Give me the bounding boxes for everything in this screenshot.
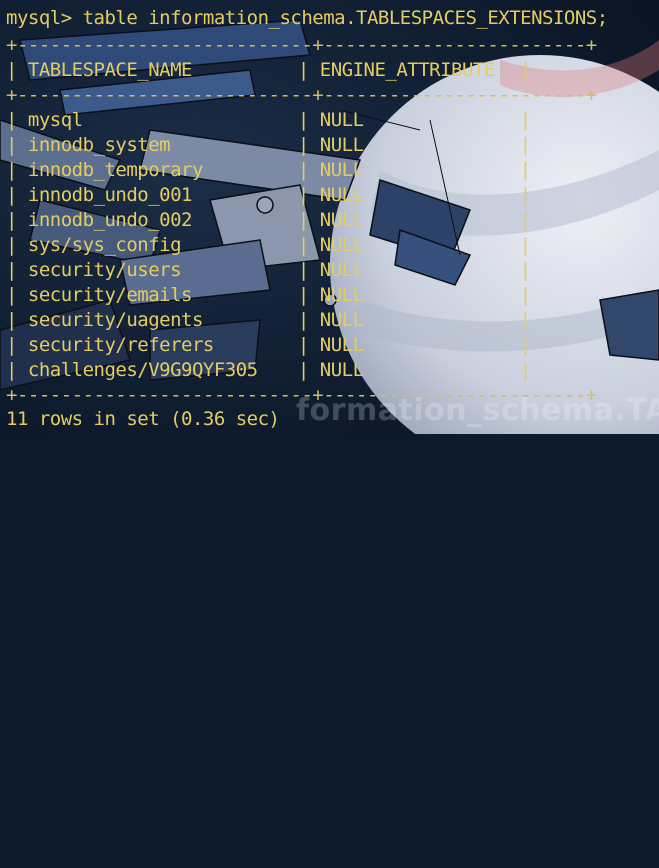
engine-attribute-cell: NULL bbox=[319, 184, 364, 206]
engine-attribute-cell: NULL bbox=[319, 159, 364, 181]
engine-attribute-cell: NULL bbox=[319, 284, 364, 306]
engine-attribute-cell: NULL bbox=[319, 109, 364, 131]
table-separator-middle: +---------------------------+-----------… bbox=[6, 84, 597, 106]
tablespace-name-cell: sys/sys_config bbox=[27, 234, 182, 256]
tablespace-name-cell: security/uagents bbox=[27, 309, 204, 331]
command-text: table information_schema.TABLESPACES_EXT… bbox=[82, 7, 609, 29]
column-header-tablespace-name: TABLESPACE_NAME bbox=[27, 59, 193, 81]
table-separator-bottom: +---------------------------+-----------… bbox=[6, 384, 597, 406]
table-separator-top: +---------------------------+-----------… bbox=[6, 34, 597, 56]
tablespace-name-cell: innodb_system bbox=[27, 134, 171, 156]
table-row: | innodb_undo_001 | NULL | bbox=[6, 184, 531, 206]
prompt-text: mysql> bbox=[6, 7, 83, 29]
table-row: | security/referers | NULL | bbox=[6, 334, 531, 356]
engine-attribute-cell: NULL bbox=[319, 134, 364, 156]
engine-attribute-cell: NULL bbox=[319, 234, 364, 256]
tablespace-name-cell: security/referers bbox=[27, 334, 214, 356]
tablespace-name-cell: mysql bbox=[27, 109, 83, 131]
query-status: 11 rows in set (0.36 sec) bbox=[6, 408, 280, 430]
engine-attribute-cell: NULL bbox=[319, 359, 364, 381]
engine-attribute-cell: NULL bbox=[319, 209, 364, 231]
table-row: | innodb_temporary | NULL | bbox=[6, 159, 531, 181]
tablespace-name-cell: innodb_undo_001 bbox=[27, 184, 193, 206]
table-row: | challenges/V9G9QYF305 | NULL | bbox=[6, 359, 531, 381]
engine-attribute-cell: NULL bbox=[319, 259, 364, 281]
engine-attribute-cell: NULL bbox=[319, 334, 364, 356]
table-row: | security/emails | NULL | bbox=[6, 284, 531, 306]
table-header-row: | TABLESPACE_NAME | ENGINE_ATTRIBUTE | bbox=[6, 59, 531, 81]
tablespace-name-cell: challenges/V9G9QYF305 bbox=[27, 359, 258, 381]
column-header-engine-attribute: ENGINE_ATTRIBUTE bbox=[319, 59, 496, 81]
engine-attribute-cell: NULL bbox=[319, 309, 364, 331]
table-row: | mysql | NULL | bbox=[6, 109, 531, 131]
command-line: mysql> table information_schema.TABLESPA… bbox=[6, 6, 608, 31]
tablespace-name-cell: security/emails bbox=[27, 284, 193, 306]
table-row: | innodb_undo_002 | NULL | bbox=[6, 209, 531, 231]
tablespace-name-cell: innodb_undo_002 bbox=[27, 209, 193, 231]
tablespace-name-cell: security/users bbox=[27, 259, 182, 281]
table-row: | innodb_system | NULL | bbox=[6, 134, 531, 156]
table-row: | sys/sys_config | NULL | bbox=[6, 234, 531, 256]
terminal-output[interactable]: mysql> table information_schema.TABLESPA… bbox=[0, 0, 659, 434]
table-row: | security/uagents | NULL | bbox=[6, 309, 531, 331]
table-row: | security/users | NULL | bbox=[6, 259, 531, 281]
tablespace-name-cell: innodb_temporary bbox=[27, 159, 204, 181]
